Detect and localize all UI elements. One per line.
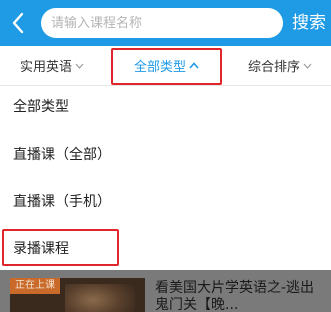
filter-subject[interactable]: 实用英语	[6, 46, 98, 85]
filter-bar: 实用英语 全部类型 综合排序	[0, 46, 331, 86]
chevron-left-icon	[12, 12, 24, 34]
filter-sort-label: 综合排序	[247, 60, 300, 75]
option-all-types[interactable]: 全部类型	[0, 86, 331, 126]
chevron-down-icon	[75, 63, 84, 69]
chevron-up-icon	[189, 62, 199, 69]
option-live-mobile[interactable]: 直播课（手机）	[0, 181, 331, 221]
course-thumbnail: 正在上课	[10, 278, 145, 312]
filter-subject-label: 实用英语	[19, 60, 72, 75]
filter-sort[interactable]: 综合排序	[233, 46, 327, 85]
option-live-all[interactable]: 直播课（全部）	[0, 134, 331, 174]
option-label: 全部类型	[13, 99, 69, 115]
live-badge: 正在上课	[10, 278, 60, 294]
course-title: 看美国大片学英语之-逃出鬼门关【晚...	[155, 280, 315, 312]
chevron-down-icon	[303, 63, 312, 69]
search-input[interactable]	[51, 8, 283, 38]
thumbnail-image	[65, 284, 135, 312]
option-label: 直播课（手机）	[13, 194, 111, 210]
course-list-overlay[interactable]: 正在上课 看美国大片学英语之-逃出鬼门关【晚...	[0, 270, 331, 312]
option-recorded[interactable]: 录播课程	[0, 228, 331, 268]
back-button[interactable]	[6, 9, 30, 37]
search-button[interactable]: 搜索	[292, 10, 331, 36]
filter-type-label: 全部类型	[133, 60, 186, 75]
option-label: 录播课程	[13, 241, 69, 257]
filter-type[interactable]: 全部类型	[111, 46, 222, 85]
search-box[interactable]	[41, 8, 283, 38]
option-label: 直播课（全部）	[13, 147, 111, 163]
top-bar: 搜索	[0, 0, 331, 46]
